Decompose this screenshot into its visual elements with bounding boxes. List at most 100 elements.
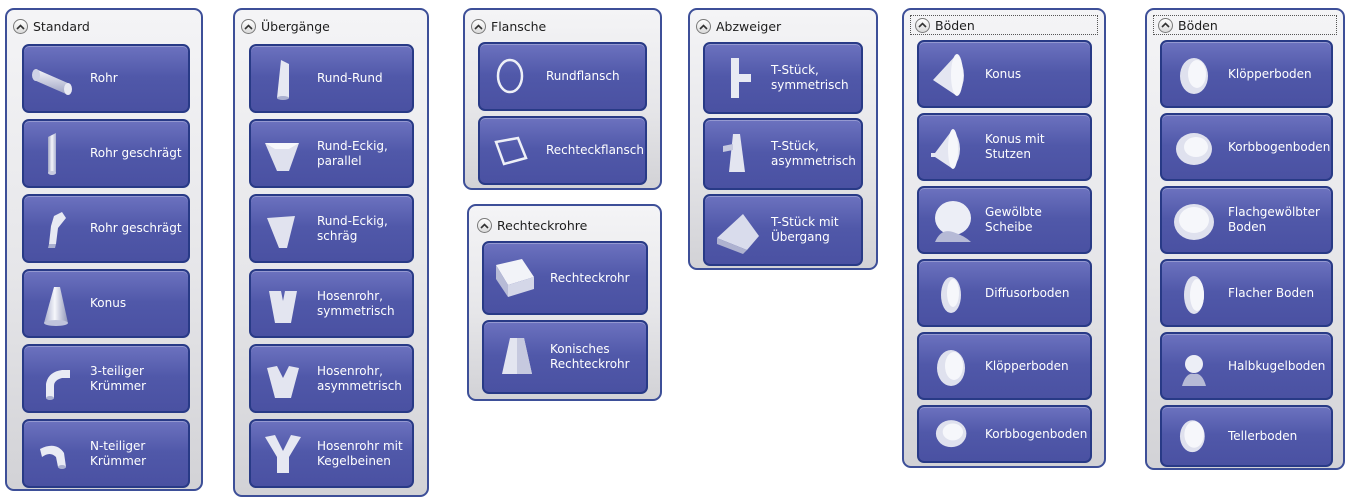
rectangular-flange-icon [494, 136, 528, 166]
tool-button-t-stueck-uebergang[interactable]: T-Stück mit Übergang [703, 194, 863, 266]
tool-label: Rohr geschrägt [90, 146, 182, 160]
panel-title: Böden [935, 17, 975, 33]
tool-button-rund-eckig-parallel[interactable]: Rund-Eckig, parallel [249, 119, 414, 188]
tool-label: Rohr geschrägt [90, 221, 182, 235]
panel-title: Abzweiger [716, 19, 782, 34]
tool-button-rundflansch[interactable]: Rundflansch [478, 42, 647, 111]
tee-transition-icon [717, 214, 759, 254]
dished-head-icon [1179, 420, 1205, 453]
tool-button-rund-rund[interactable]: Rund-Rund [249, 44, 414, 113]
tool-label: T-Stück, symmetrisch [771, 63, 849, 92]
tool-label: Tellerboden [1228, 428, 1298, 443]
collapse-button[interactable] [1158, 17, 1173, 33]
pipe-icon [32, 69, 72, 95]
tool-button-diffusorboden[interactable]: Diffusorboden [917, 259, 1092, 327]
y-pipe-conical-legs-icon [265, 435, 301, 473]
diffuser-head-icon [941, 277, 961, 313]
tool-label: Halbkugelboden [1228, 358, 1326, 373]
panel-header: Böden [910, 15, 1098, 35]
tool-label: Rechteckflansch [546, 143, 644, 157]
torispherical-head-icon [1180, 58, 1208, 94]
tool-button-gewoelbte-scheibe[interactable]: Gewölbte Scheibe [917, 186, 1092, 254]
tool-label: Konus [90, 296, 127, 310]
y-pipe-symmetric-icon [269, 291, 297, 323]
round-round-transition-icon [277, 60, 289, 100]
tool-button-konisches-rechteckrohr[interactable]: Konisches Rechteckrohr [482, 320, 648, 394]
panel-title: Standard [33, 19, 90, 34]
tool-button-rechteckflansch[interactable]: Rechteckflansch [478, 116, 647, 185]
tool-label: Hosenrohr, asymmetrisch [317, 363, 402, 393]
round-square-oblique-icon [267, 216, 295, 248]
panel-title: Böden [1178, 17, 1218, 33]
chevron-up-icon [16, 23, 25, 30]
panel-standard: Standard Rohr Rohr geschrägt Rohr geschr… [5, 8, 203, 491]
tool-button-halbkugelboden[interactable]: Halbkugelboden [1160, 332, 1333, 400]
tool-button-t-stueck-asymmetrisch[interactable]: T-Stück, asymmetrisch [703, 118, 863, 190]
tool-label: Konisches Rechteckrohr [550, 342, 630, 371]
tool-label: Rund-Eckig, schräg [317, 213, 388, 243]
collapse-button[interactable] [915, 17, 930, 33]
cone-nozzle-head-icon [931, 129, 960, 169]
panel-uebergaenge: Übergänge Rund-Rund Rund-Eckig, parallel… [233, 8, 429, 497]
tool-button-korbbogenboden-2[interactable]: Korbbogenboden [1160, 113, 1333, 181]
three-part-elbow-icon [46, 370, 70, 400]
round-flange-icon [496, 58, 524, 94]
tool-button-konus-mit-stutzen[interactable]: Konus mit Stutzen [917, 113, 1092, 181]
panel-title: Übergänge [261, 19, 330, 34]
tool-button-rohr-geschraegt[interactable]: Rohr geschrägt [22, 119, 190, 188]
panel-rechteckrohre: Rechteckrohre Rechteckrohr Konisches Rec… [467, 204, 662, 401]
tee-symmetric-icon [731, 58, 751, 98]
tool-label: Korbbogenboden [1228, 139, 1331, 154]
tool-button-n-teiliger-kruemmer[interactable]: N-teiliger Krümmer [22, 419, 190, 488]
domed-disc-icon [935, 201, 971, 242]
semi-ellipsoidal-head-icon [1176, 133, 1212, 165]
slanted-pipe-icon [48, 133, 56, 175]
tool-label: Konus [985, 66, 1022, 81]
tool-button-kloepperboden-1[interactable]: Klöpperboden [917, 332, 1092, 400]
tool-label: Hosenrohr mit Kegelbeinen [317, 438, 403, 468]
tool-label: 3-teiliger Krümmer [90, 363, 147, 393]
tool-button-hosenrohr-kegelbeinen[interactable]: Hosenrohr mit Kegelbeinen [249, 419, 414, 488]
panel-header: Rechteckrohre [477, 215, 587, 236]
collapse-button[interactable] [477, 218, 492, 233]
y-pipe-asymmetric-icon [267, 366, 299, 398]
collapse-button[interactable] [13, 19, 28, 34]
tool-button-rohr[interactable]: Rohr [22, 44, 190, 113]
slanted-pipe-bent-icon [48, 212, 66, 248]
tool-label: Klöpperboden [985, 358, 1069, 373]
chevron-up-icon [699, 23, 708, 30]
tool-button-t-stueck-symmetrisch[interactable]: T-Stück, symmetrisch [703, 42, 863, 114]
tool-label: N-teiliger Krümmer [90, 438, 147, 468]
n-part-elbow-icon [40, 445, 66, 469]
panel-header: Böden [1153, 15, 1337, 35]
tool-button-korbbogenboden-1[interactable]: Korbbogenboden [917, 405, 1092, 463]
panel-header: Standard [13, 16, 90, 37]
tool-button-3-teiliger-kruemmer[interactable]: 3-teiliger Krümmer [22, 344, 190, 413]
tool-button-rund-eckig-schraeg[interactable]: Rund-Eckig, schräg [249, 194, 414, 263]
hemispherical-head-icon [1182, 355, 1206, 386]
cone-head-icon [933, 54, 964, 96]
panel-abzweiger: Abzweiger T-Stück, symmetrisch T-Stück, … [688, 8, 878, 270]
rectangular-pipe-icon [496, 259, 534, 297]
tool-button-hosenrohr-symmetrisch[interactable]: Hosenrohr, symmetrisch [249, 269, 414, 338]
tool-button-flachgewoelbter-boden[interactable]: Flachgewölbter Boden [1160, 186, 1333, 254]
conical-rectangular-pipe-icon [502, 338, 532, 374]
tool-button-rohr-geschraegt-2[interactable]: Rohr geschrägt [22, 194, 190, 263]
tool-button-konus[interactable]: Konus [22, 269, 190, 338]
tool-label: Rund-Eckig, parallel [317, 138, 388, 168]
tool-label: Rechteckrohr [550, 270, 630, 285]
tool-label: Rohr [90, 71, 118, 85]
collapse-button[interactable] [471, 19, 486, 34]
tool-button-konus-boden[interactable]: Konus [917, 40, 1092, 108]
tool-button-hosenrohr-asymmetrisch[interactable]: Hosenrohr, asymmetrisch [249, 344, 414, 413]
tool-button-tellerboden[interactable]: Tellerboden [1160, 405, 1333, 467]
tool-button-kloepperboden-2[interactable]: Klöpperboden [1160, 40, 1333, 108]
collapse-button[interactable] [241, 19, 256, 34]
tool-button-flacher-boden[interactable]: Flacher Boden [1160, 259, 1333, 327]
tool-label: Konus mit Stutzen [985, 132, 1045, 161]
collapse-button[interactable] [696, 19, 711, 34]
panel-title: Rechteckrohre [497, 218, 588, 233]
panel-title: Flansche [491, 19, 547, 34]
cone-icon [44, 287, 68, 326]
tool-button-rechteckrohr[interactable]: Rechteckrohr [482, 241, 648, 315]
